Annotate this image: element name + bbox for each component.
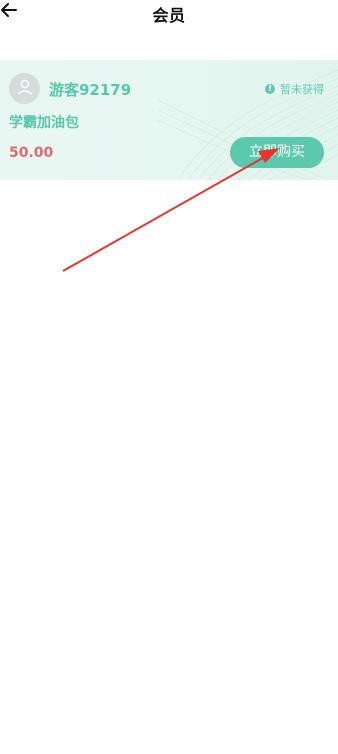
username: 游客92179 <box>49 81 132 99</box>
avatar[interactable] <box>9 73 40 104</box>
status-text: 暂未获得 <box>280 83 324 96</box>
plan-price: 50.00 <box>9 145 54 161</box>
plan-name: 学霸加油包 <box>9 115 79 131</box>
user-avatar-icon <box>16 78 34 100</box>
membership-card: 游客92179 ! 暂未获得 学霸加油包 50.00 立即购买 <box>0 60 338 180</box>
member-page: 会员 游客92179 ! 暂未获得 学霸加油包 50.00 立即购买 <box>0 0 338 754</box>
info-icon: ! <box>265 84 275 94</box>
page-title: 会员 <box>152 6 186 25</box>
status-badge: ! 暂未获得 <box>265 81 324 97</box>
buy-now-button[interactable]: 立即购买 <box>230 137 324 168</box>
top-bar: 会员 <box>0 0 338 26</box>
